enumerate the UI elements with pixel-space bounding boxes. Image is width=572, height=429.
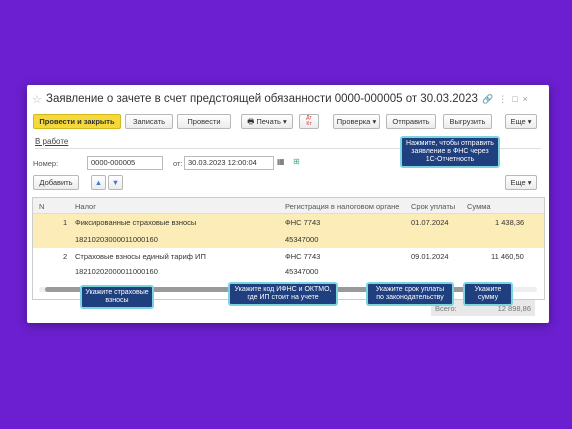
window-controls[interactable]: 🔗⋮□× [482, 94, 533, 105]
move-up-icon[interactable]: ▲ [91, 175, 106, 190]
due-date[interactable]: 01.07.2024 [411, 218, 449, 227]
export-button[interactable]: Выгрузить [443, 114, 492, 129]
header-due: Срок уплаты [411, 202, 456, 211]
more-label: Еще [510, 117, 526, 126]
date-label: от: [173, 159, 183, 168]
sum-tooltip: Укажите сумму [463, 282, 513, 306]
table-more-label: Еще [510, 178, 526, 187]
structure-icon[interactable]: ⊞ [293, 157, 300, 166]
tax-office[interactable]: ФНС 7743 [285, 218, 320, 227]
dt-kt-icon[interactable]: Дт Кт [299, 114, 319, 129]
move-down-icon[interactable]: ▼ [108, 175, 123, 190]
check-label: Проверка [336, 117, 371, 126]
oktmo-code[interactable]: 45347000 [285, 267, 318, 276]
post-and-close-button[interactable]: Провести и закрыть [33, 114, 121, 129]
tax-office[interactable]: ФНС 7743 [285, 252, 320, 261]
header-sum: Сумма [467, 202, 491, 211]
save-button[interactable]: Записать [125, 114, 173, 129]
header-n: N [39, 202, 45, 211]
close-icon[interactable]: × [523, 94, 533, 104]
favorite-star-icon[interactable]: ☆ [32, 93, 42, 106]
print-button[interactable]: 🖶 Печать ▾ [241, 114, 293, 129]
status-link[interactable]: В работе [35, 137, 68, 146]
kbk-code[interactable]: 18210202000011000160 [75, 267, 158, 276]
header-registration: Регистрация в налоговом органе [285, 202, 400, 211]
amount[interactable]: 11 460,50 [491, 252, 524, 261]
check-button[interactable]: Проверка ▾ [333, 114, 380, 129]
tax-name[interactable]: Страховые взносы единый тариф ИП [75, 252, 206, 261]
send-button[interactable]: Отправить [386, 114, 436, 129]
insurance-tooltip: Укажите страховые взносы [80, 285, 154, 309]
kbk-code[interactable]: 18210203000011000160 [75, 235, 158, 244]
title-bar: ☆ Заявление о зачете в счет предстоящей … [27, 85, 549, 115]
oktmo-code[interactable]: 45347000 [285, 235, 318, 244]
menu-icon[interactable]: ⋮ [498, 94, 512, 104]
table-more-button[interactable]: Еще ▾ [505, 175, 537, 190]
print-label: Печать [256, 117, 281, 126]
table-row[interactable]: 1 Фиксированные страховые взносы 1821020… [33, 214, 544, 248]
ifns-tooltip: Укажите код ИФНС и ОКТМО, где ИП стоит н… [228, 282, 338, 306]
tax-name[interactable]: Фиксированные страховые взносы [75, 218, 196, 227]
row-number: 2 [63, 252, 68, 261]
row-number: 1 [63, 218, 68, 227]
printer-icon: 🖶 [247, 117, 257, 126]
number-field[interactable]: 0000-000005 [87, 156, 163, 170]
date-field[interactable]: 30.03.2023 12:00:04 [184, 156, 274, 170]
post-button[interactable]: Провести [177, 114, 231, 129]
due-date[interactable]: 09.01.2024 [411, 252, 449, 261]
more-button[interactable]: Еще ▾ [505, 114, 537, 129]
number-label: Номер: [33, 159, 59, 168]
calendar-icon[interactable]: ▦ [277, 157, 285, 166]
table-header: N Налог Регистрация в налоговом органе С… [33, 198, 544, 214]
due-tooltip: Укажите срок уплаты по законодательству [366, 282, 454, 306]
window-title: Заявление о зачете в счет предстоящей об… [46, 93, 478, 105]
amount[interactable]: 1 438,36 [495, 218, 524, 227]
add-row-button[interactable]: Добавить [33, 175, 79, 190]
table-row[interactable]: 2 Страховые взносы единый тариф ИП 18210… [33, 248, 544, 282]
maximize-icon[interactable]: □ [512, 94, 522, 104]
link-icon[interactable]: 🔗 [482, 94, 498, 104]
send-tooltip: Нажмите, чтобы отправить заявление в ФНС… [400, 136, 500, 168]
header-tax: Налог [75, 202, 96, 211]
